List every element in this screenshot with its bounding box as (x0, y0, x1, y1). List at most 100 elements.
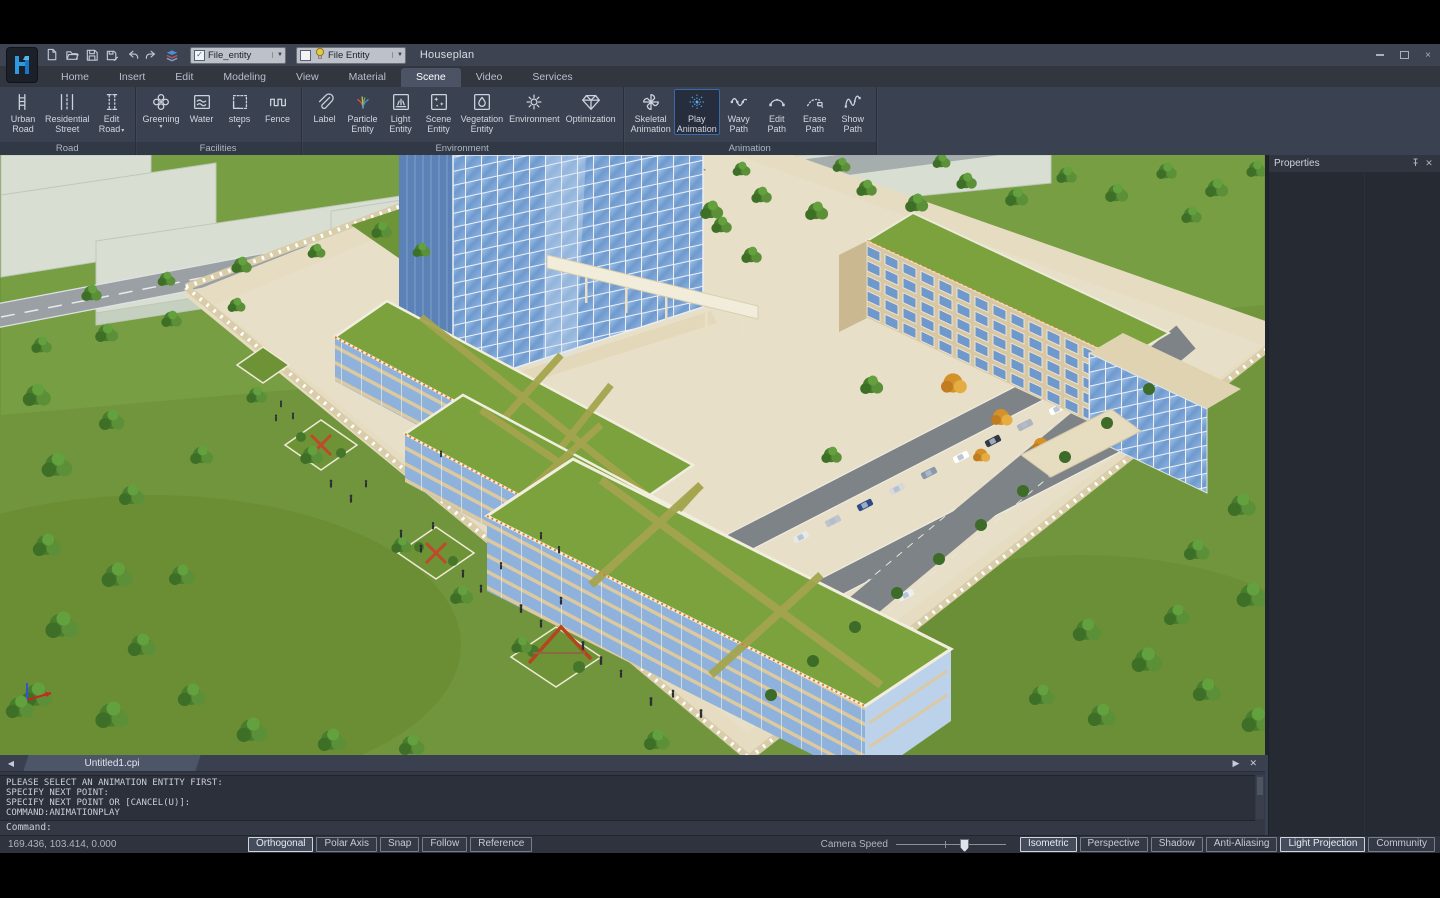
ribbon-button-optimization[interactable]: Optimization (563, 89, 619, 125)
mode-button-snap[interactable]: Snap (380, 837, 419, 852)
ribbon-button-residential-street[interactable]: Residential Street (42, 89, 93, 135)
layers-icon[interactable] (164, 47, 180, 63)
save-as-icon[interactable] (104, 47, 120, 63)
chevron-down-icon[interactable]: ▼ (392, 52, 403, 58)
edit-road-icon (101, 90, 123, 114)
checkbox-icon[interactable]: ✓ (194, 50, 205, 61)
view-button-perspective[interactable]: Perspective (1080, 837, 1148, 852)
viewport[interactable] (0, 155, 1268, 755)
open-icon[interactable] (64, 47, 80, 63)
viewport-3d-scene[interactable] (0, 155, 1265, 755)
tab-close-icon[interactable]: ✕ (1249, 758, 1257, 769)
water-icon (191, 90, 213, 114)
properties-body (1269, 172, 1440, 836)
save-icon[interactable] (84, 47, 100, 63)
ribbon-button-show-path[interactable]: Show Path (834, 89, 872, 135)
chevron-down-icon: ▾ (121, 128, 124, 134)
ribbon-button-label: Wavy Path (723, 114, 755, 134)
tab-home[interactable]: Home (46, 68, 104, 87)
document-tab[interactable]: Untitled1.cpi (22, 755, 202, 771)
properties-title: Properties (1274, 158, 1408, 169)
tab-scene[interactable]: Scene (401, 68, 461, 87)
camera-speed-slider[interactable] (896, 838, 1006, 851)
view-button-anti-aliasing[interactable]: Anti-Aliasing (1206, 837, 1278, 852)
tab-scroll-right-icon[interactable]: ▶ (1233, 758, 1240, 769)
redo-icon[interactable] (144, 47, 160, 63)
greening-icon (150, 90, 172, 114)
tab-view[interactable]: View (281, 68, 334, 87)
console-line: PLEASE SELECT AN ANIMATION ENTITY FIRST: (6, 778, 1255, 788)
ribbon-button-skeletal-animation[interactable]: Skeletal Animation (628, 89, 674, 135)
mode-button-reference[interactable]: Reference (470, 837, 532, 852)
ribbon-group-animation: Skeletal AnimationPlay AnimationWavy Pat… (624, 87, 877, 155)
optimization-icon (580, 90, 602, 114)
ribbon-button-vegetation-entity[interactable]: Vegetation Entity (458, 89, 507, 135)
restore-icon[interactable] (1398, 51, 1410, 59)
ribbon-button-play-animation[interactable]: Play Animation (674, 89, 720, 135)
view-button-shadow[interactable]: Shadow (1151, 837, 1203, 852)
close-icon[interactable]: × (1422, 50, 1434, 61)
new-icon[interactable] (44, 47, 60, 63)
camera-speed-label: Camera Speed (821, 839, 888, 850)
view-button-community[interactable]: Community (1368, 837, 1435, 852)
tab-insert[interactable]: Insert (104, 68, 160, 87)
ribbon-button-light-entity[interactable]: Light Entity (382, 89, 420, 135)
environment-icon (523, 90, 545, 114)
command-console[interactable]: PLEASE SELECT AN ANIMATION ENTITY FIRST:… (0, 772, 1265, 836)
entity-filter-combo[interactable]: File Entity▼ (296, 47, 406, 64)
view-button-isometric[interactable]: Isometric (1020, 837, 1077, 852)
console-line: SPECIFY NEXT POINT: (6, 788, 1255, 798)
tab-edit[interactable]: Edit (160, 68, 208, 87)
console-line: SPECIFY NEXT POINT OR [CANCEL(U)]: (6, 798, 1255, 808)
tab-material[interactable]: Material (334, 68, 401, 87)
tab-services[interactable]: Services (517, 68, 587, 87)
ribbon-group-title: Road (0, 142, 135, 155)
mode-button-polar-axis[interactable]: Polar Axis (316, 837, 376, 852)
ribbon-button-water[interactable]: Water (183, 89, 221, 125)
chevron-down-icon: ▾ (160, 124, 163, 130)
checkbox-icon[interactable] (300, 50, 311, 61)
command-prompt[interactable]: Command: (6, 822, 52, 833)
minimize-icon[interactable] (1374, 54, 1386, 56)
bulb-icon (314, 47, 326, 63)
ribbon-button-greening[interactable]: Greening▾ (140, 89, 183, 131)
skeletal-animation-icon (640, 90, 662, 114)
view-buttons: IsometricPerspectiveShadowAnti-AliasingL… (1020, 837, 1440, 852)
ribbon-button-wavy-path[interactable]: Wavy Path (720, 89, 758, 135)
pin-icon[interactable] (1408, 158, 1422, 169)
ribbon-button-particle-entity[interactable]: Particle Entity (344, 89, 382, 135)
mode-button-follow[interactable]: Follow (422, 837, 467, 852)
slider-thumb[interactable] (960, 839, 969, 852)
ribbon-button-edit-road[interactable]: Edit Road▾ (93, 89, 131, 137)
app-logo[interactable] (6, 47, 38, 83)
console-line: COMMAND:ANIMATIONPLAY (6, 808, 1255, 818)
ribbon-button-label: Light Entity (385, 114, 417, 134)
ribbon-button-edit-path[interactable]: Edit Path (758, 89, 796, 135)
ribbon-button-erase-path[interactable]: Erase Path (796, 89, 834, 135)
ribbon-button-fence[interactable]: Fence (259, 89, 297, 125)
ribbon-group-title: Environment (302, 142, 623, 155)
mode-buttons: OrthogonalPolar Axis SnapFollowReference (248, 837, 535, 852)
tab-scroll-left-icon[interactable]: ◀ (0, 759, 22, 768)
document-tab-bar: ◀ Untitled1.cpi ▶ ✕ (0, 755, 1265, 772)
ribbon-button-label: Residential Street (45, 114, 90, 134)
mode-button-orthogonal[interactable]: Orthogonal (248, 837, 313, 852)
tab-modeling[interactable]: Modeling (208, 68, 281, 87)
undo-icon[interactable] (124, 47, 140, 63)
ribbon-button-scene-entity[interactable]: Scene Entity (420, 89, 458, 135)
ribbon-button-label: Skeletal Animation (631, 114, 671, 134)
panel-close-icon[interactable]: ✕ (1422, 158, 1436, 169)
chevron-down-icon[interactable]: ▼ (272, 52, 283, 58)
ribbon-button-steps[interactable]: steps▾ (221, 89, 259, 131)
console-scrollbar[interactable] (1256, 775, 1264, 819)
tab-video[interactable]: Video (461, 68, 518, 87)
view-button-light-projection[interactable]: Light Projection (1280, 837, 1365, 852)
ribbon-button-label: Label (309, 114, 341, 124)
entity-filter-combo[interactable]: ✓File_entity▼ (190, 47, 286, 64)
ribbon-button-environment[interactable]: Environment (506, 89, 563, 125)
light-entity-icon (390, 90, 412, 114)
urban-road-icon (12, 90, 34, 114)
ribbon-button-urban-road[interactable]: Urban Road (4, 89, 42, 135)
ribbon: Urban RoadResidential StreetEdit Road▾ Ro… (0, 87, 1440, 157)
ribbon-button-label[interactable]: Label (306, 89, 344, 125)
